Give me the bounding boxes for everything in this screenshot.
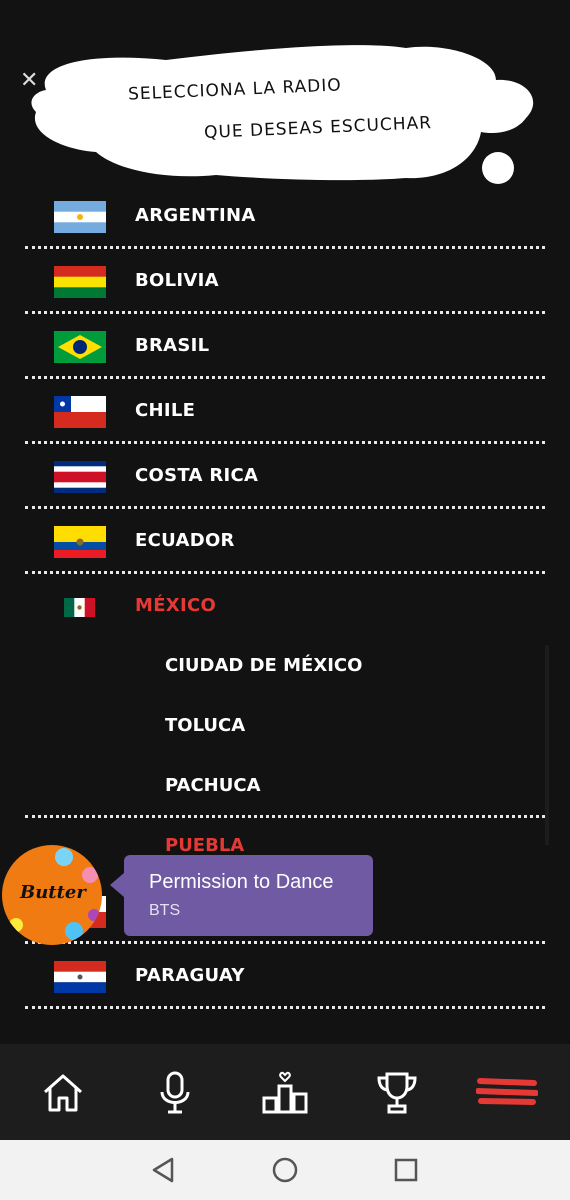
paraguay-flag-icon [54,961,106,993]
country-item-chile[interactable]: CHILE [0,380,570,444]
home-icon[interactable] [40,1070,86,1116]
album-cover[interactable]: Butter [2,845,102,945]
divider [25,506,545,509]
track-title: Permission to Dance [149,871,334,893]
city-item-pachuca[interactable]: PACHUCA [165,775,261,796]
country-label: BOLIVIA [135,270,219,291]
country-item-brasil[interactable]: BRASIL [0,315,570,379]
home-circle-icon[interactable] [271,1156,299,1184]
country-label: BRASIL [135,335,210,356]
divider [25,571,545,574]
ranking-icon[interactable] [262,1070,308,1116]
country-label: CHILE [135,400,196,421]
microphone-icon[interactable] [152,1070,198,1116]
country-item-paraguay[interactable]: PARAGUAY [0,945,570,1009]
menu-icon[interactable] [476,1070,538,1116]
bolivia-flag-icon [54,266,106,298]
country-item-ecuador[interactable]: ECUADOR [0,510,570,574]
country-item-mexico[interactable]: MÉXICO [0,575,570,639]
divider [25,941,545,944]
brazil-flag-icon [54,331,106,363]
country-label: ARGENTINA [135,205,256,226]
album-title-art: Butter [20,882,86,903]
divider [25,246,545,249]
track-artist: BTS [149,902,181,919]
system-nav-bar [0,1140,570,1200]
costa-rica-flag-icon [54,461,106,493]
city-item-cdmx[interactable]: CIUDAD DE MÉXICO [165,655,362,676]
country-item-costa-rica[interactable]: COSTA RICA [0,445,570,509]
divider [25,311,545,314]
divider [25,1006,545,1009]
country-label: PARAGUAY [135,965,245,986]
divider [25,441,545,444]
bottom-nav [0,1044,570,1140]
city-item-puebla[interactable]: PUEBLA [165,835,244,856]
mexico-flag-icon [64,598,95,617]
title-bubble [31,45,534,184]
trophy-icon[interactable] [374,1070,420,1116]
city-item-toluca[interactable]: TOLUCA [165,715,245,736]
divider [25,815,545,818]
scrollbar[interactable] [545,645,549,845]
country-label: ECUADOR [135,530,235,551]
country-label: MÉXICO [135,595,217,616]
now-playing-tooltip[interactable]: Permission to Dance BTS [110,855,373,936]
back-icon[interactable] [150,1156,178,1184]
divider [25,376,545,379]
argentina-flag-icon [54,201,106,233]
country-item-argentina[interactable]: ARGENTINA [0,185,570,249]
country-item-bolivia[interactable]: BOLIVIA [0,250,570,314]
country-label: COSTA RICA [135,465,259,486]
recents-icon[interactable] [392,1156,420,1184]
ecuador-flag-icon [54,526,106,558]
chile-flag-icon [54,396,106,428]
